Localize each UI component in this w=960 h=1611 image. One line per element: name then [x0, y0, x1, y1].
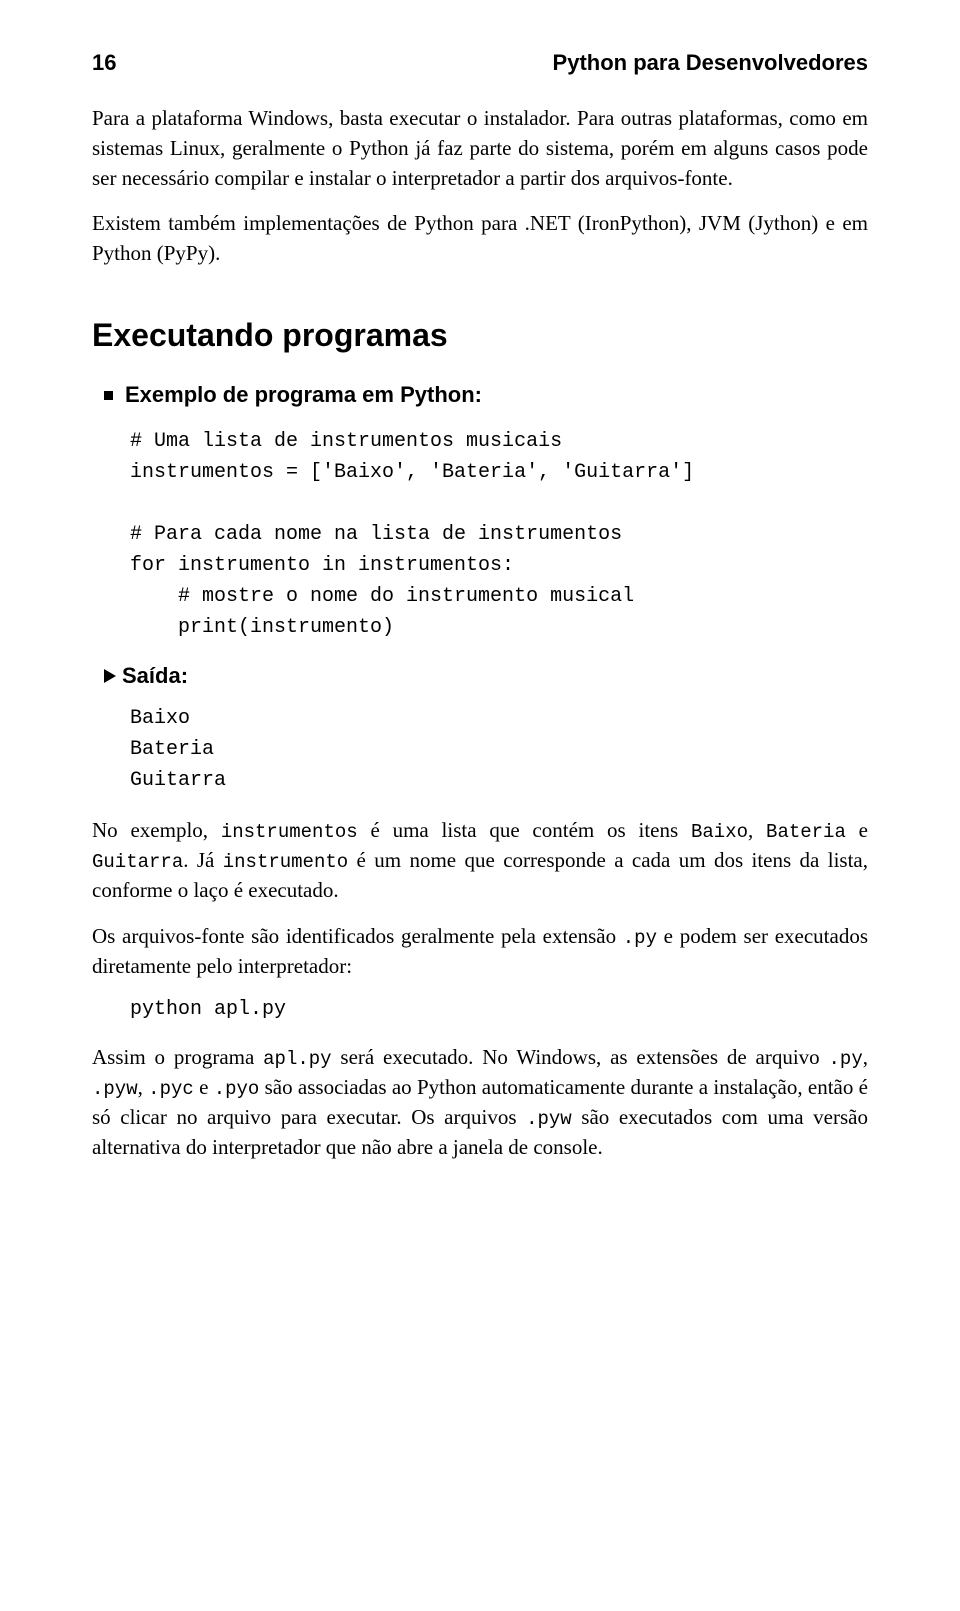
command-block: python apl.py [92, 998, 868, 1021]
inline-code: .pyc [148, 1078, 194, 1100]
inline-code: .pyw [92, 1078, 138, 1100]
inline-code: .py [829, 1048, 863, 1070]
book-title: Python para Desenvolvedores [553, 50, 868, 76]
paragraph-intro-2: Existem também implementações de Python … [92, 209, 868, 269]
code-example: # Uma lista de instrumentos musicais ins… [92, 426, 868, 643]
inline-code: instrumento [223, 851, 348, 873]
example-label: Exemplo de programa em Python: [125, 382, 482, 408]
text: será executado. No Windows, as extensões… [332, 1045, 829, 1069]
triangle-icon [104, 669, 116, 683]
text: e [194, 1075, 214, 1099]
paragraph-intro-1: Para a plataforma Windows, basta executa… [92, 104, 868, 193]
text: e [846, 818, 868, 842]
text: é uma lista que contém os itens [358, 818, 691, 842]
inline-code: .pyo [214, 1078, 260, 1100]
text: , [863, 1045, 868, 1069]
output-label: Saída: [122, 663, 188, 689]
section-heading: Executando programas [92, 317, 868, 354]
paragraph-explain-3: Assim o programa apl.py será executado. … [92, 1043, 868, 1163]
paragraph-explain-2: Os arquivos-fonte são identificados gera… [92, 922, 868, 982]
text: Os arquivos-fonte são identificados gera… [92, 924, 623, 948]
inline-code: Guitarra [92, 851, 183, 873]
text: Assim o programa [92, 1045, 263, 1069]
inline-code: Baixo [691, 821, 748, 843]
inline-code: .py [623, 927, 657, 949]
inline-code: instrumentos [221, 821, 358, 843]
example-bullet: Exemplo de programa em Python: [92, 382, 868, 408]
paragraph-explain-1: No exemplo, instrumentos é uma lista que… [92, 816, 868, 906]
output-bullet: Saída: [92, 663, 868, 689]
text: , [138, 1075, 149, 1099]
text: . Já [183, 848, 223, 872]
page-header: 16 Python para Desenvolvedores [92, 50, 868, 76]
text: , [748, 818, 766, 842]
inline-code: .pyw [526, 1108, 572, 1130]
output-block: Baixo Bateria Guitarra [92, 703, 868, 796]
inline-code: Bateria [766, 821, 846, 843]
bullet-square-icon [104, 391, 113, 400]
text: No exemplo, [92, 818, 221, 842]
inline-code: apl.py [263, 1048, 331, 1070]
page-number: 16 [92, 50, 116, 76]
